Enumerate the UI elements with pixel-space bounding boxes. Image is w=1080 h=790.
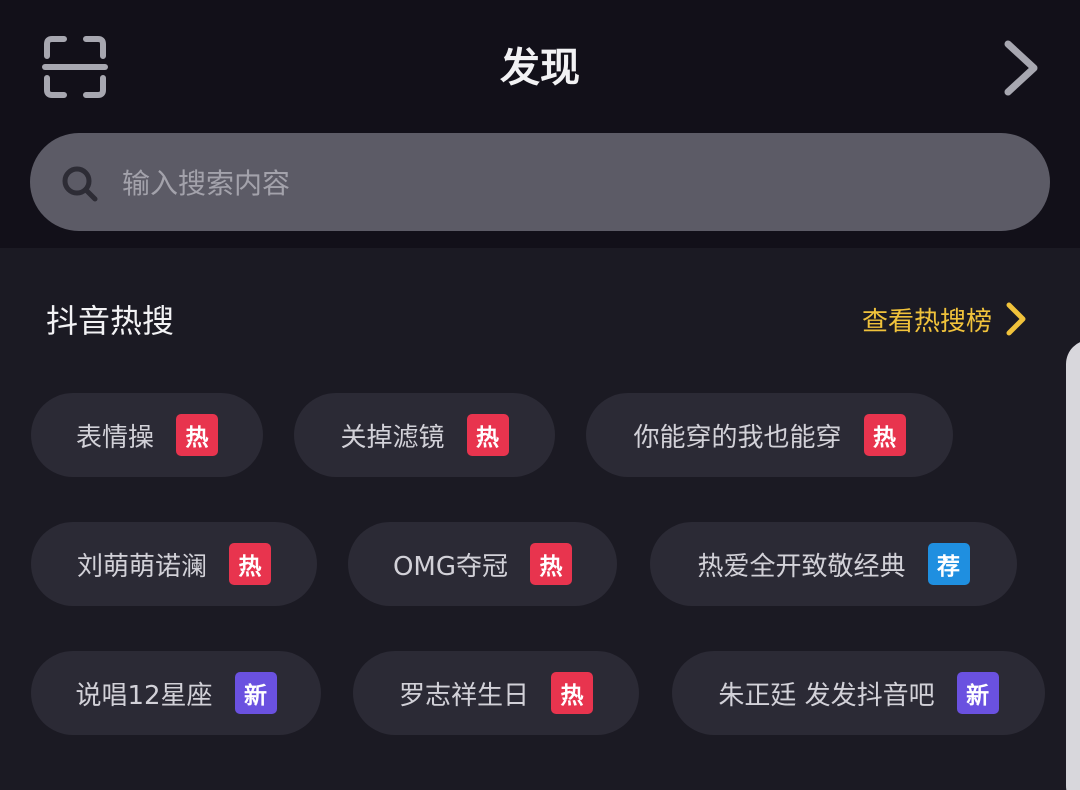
hot-search-title: 抖音热搜 (46, 302, 175, 340)
hot-search-item-label: 关掉滤镜 (340, 422, 445, 453)
hot-search-item-label: 说唱12星座 (75, 680, 213, 711)
hot-badge: 热 (863, 414, 906, 456)
hot-search-item[interactable]: 罗志祥生日 热 (353, 651, 639, 735)
new-badge: 新 (956, 672, 999, 714)
discover-screen: 发现 抖音热搜 查看热搜榜 表情操 热 关掉滤镜 热 你能穿的我也能穿 热 刘萌… (0, 0, 1080, 790)
hot-search-item-label: 表情操 (75, 422, 154, 453)
hot-search-item-label: 朱正廷 发发抖音吧 (718, 680, 935, 711)
hot-search-item[interactable]: 表情操 热 (31, 393, 263, 477)
hot-badge: 热 (229, 543, 271, 585)
hot-search-item[interactable]: 说唱12星座 新 (31, 651, 321, 735)
chevron-right-icon (1006, 302, 1026, 336)
next-page-button[interactable] (998, 38, 1044, 98)
recommend-badge: 荐 (927, 543, 970, 585)
hot-search-item[interactable]: 关掉滤镜 热 (294, 393, 555, 477)
view-hot-board-link[interactable]: 查看热搜榜 (862, 294, 1028, 344)
hot-search-item[interactable]: 你能穿的我也能穿 热 (586, 393, 953, 477)
hot-search-item[interactable]: 刘萌萌诺澜 热 (31, 522, 317, 606)
hot-badge: 热 (530, 543, 573, 585)
hot-search-item-label: 罗志祥生日 (398, 680, 529, 711)
search-input[interactable] (122, 158, 1002, 208)
hot-search-item[interactable]: 热爱全开致敬经典 荐 (650, 522, 1017, 606)
hot-search-item[interactable]: 朱正廷 发发抖音吧 新 (672, 651, 1045, 735)
hot-badge: 热 (466, 414, 509, 456)
hot-search-item-label: 热爱全开致敬经典 (697, 551, 906, 582)
chevron-right-icon (1004, 40, 1038, 96)
side-panel-edge[interactable] (1066, 340, 1080, 790)
hot-search-item[interactable]: OMG夺冠 热 (348, 522, 617, 606)
page-title: 发现 (500, 45, 580, 91)
hot-badge: 热 (176, 414, 218, 456)
view-hot-board-label: 查看热搜榜 (862, 306, 993, 337)
hot-search-item-label: OMG夺冠 (392, 551, 509, 582)
search-icon (62, 166, 98, 202)
hot-search-item-label: 刘萌萌诺澜 (76, 551, 207, 582)
hot-badge: 热 (551, 672, 593, 714)
hot-search-item-label: 你能穿的我也能穿 (633, 422, 842, 453)
new-badge: 新 (234, 672, 277, 714)
